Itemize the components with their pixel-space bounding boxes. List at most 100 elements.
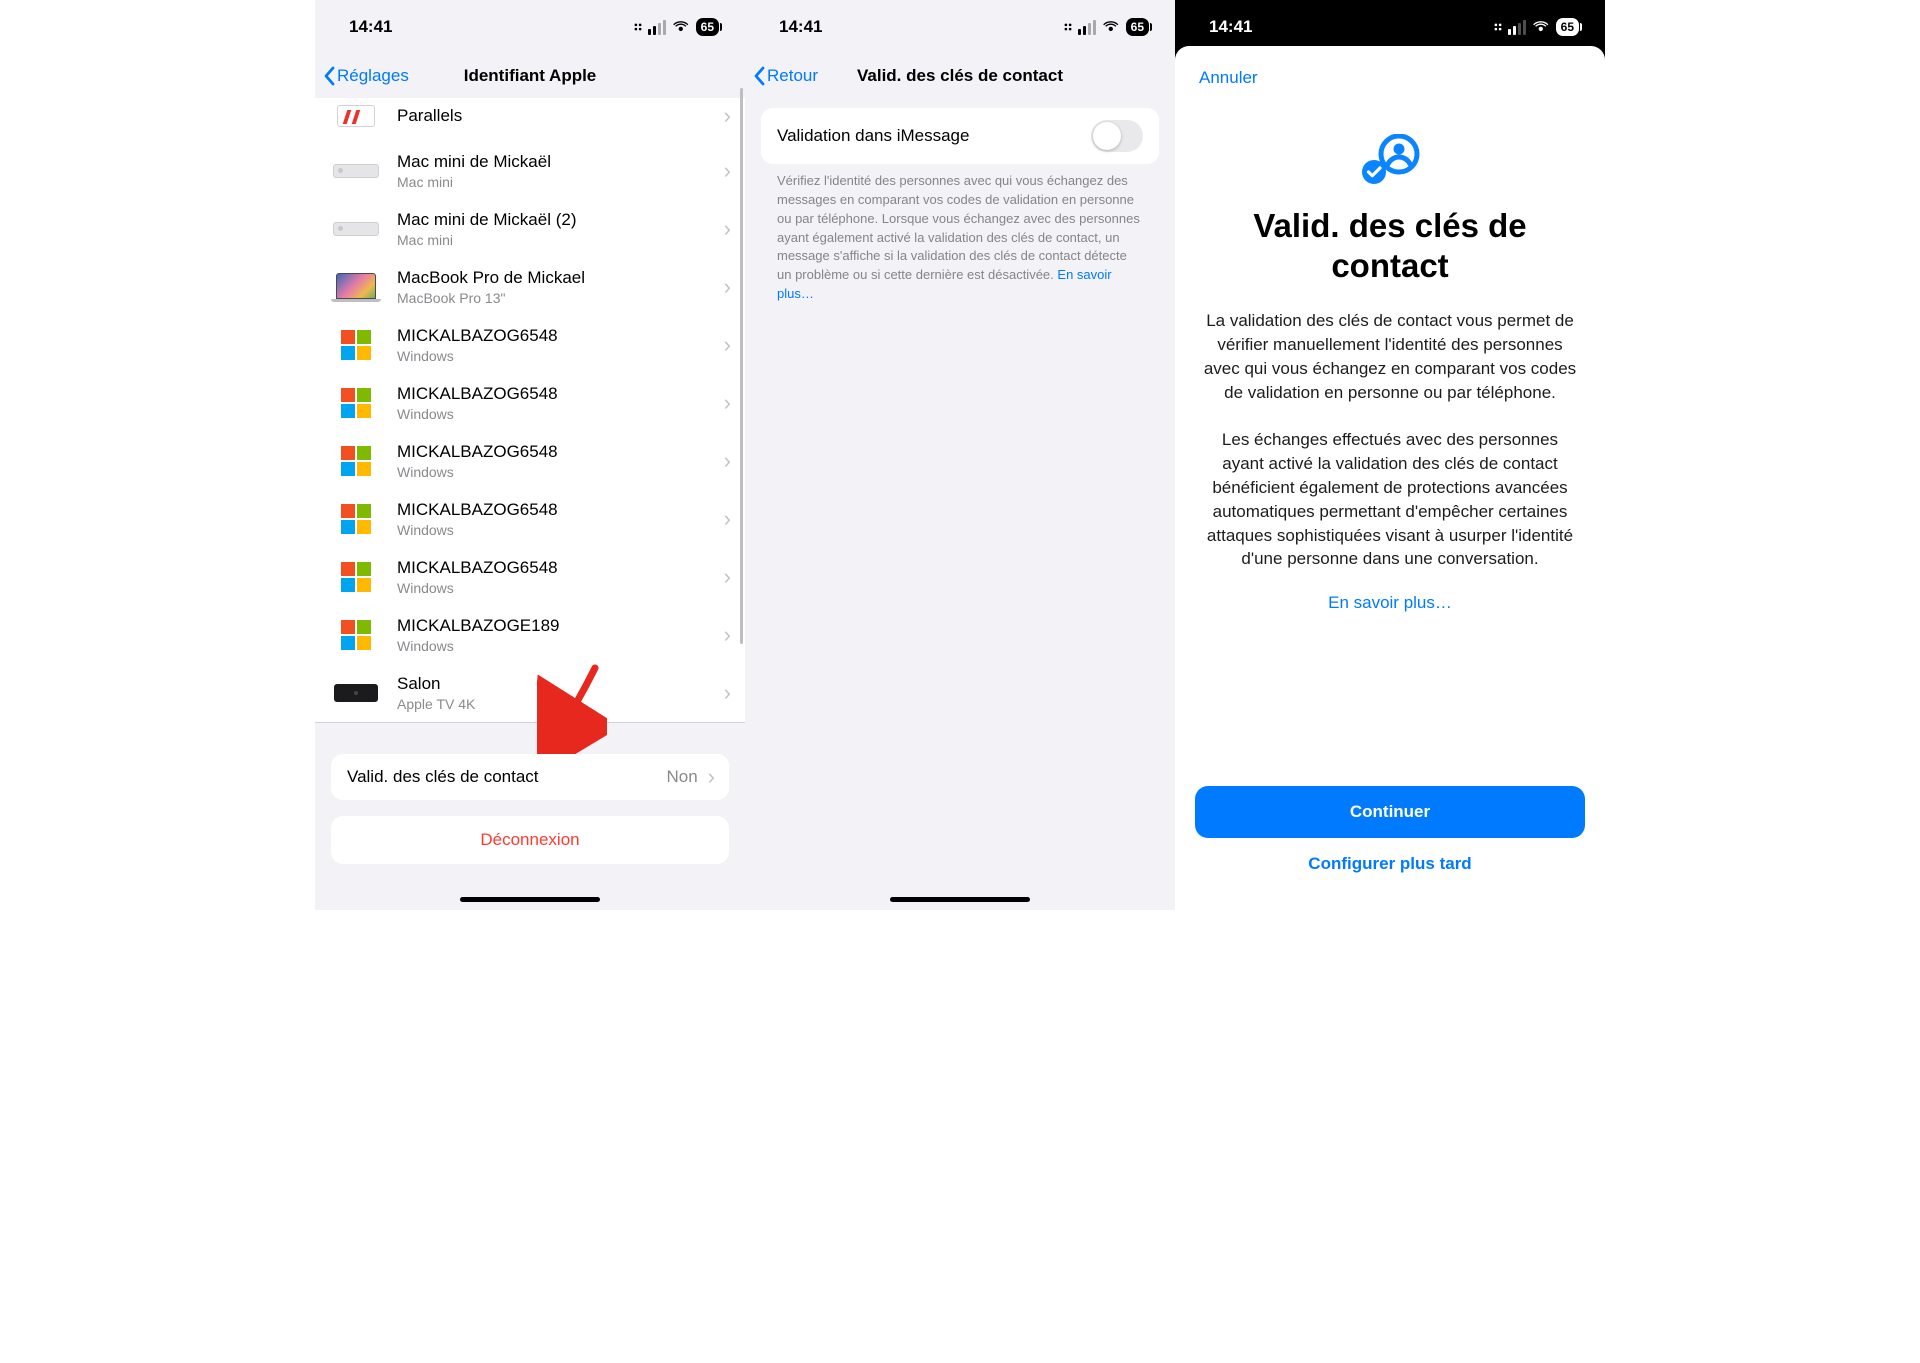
footer-body: Vérifiez l'identité des personnes avec q… xyxy=(777,173,1140,282)
sheet-title: Valid. des clés de contact xyxy=(1195,206,1585,285)
windows-icon xyxy=(341,562,371,592)
status-right: 65 xyxy=(1494,18,1579,36)
footer-text: Vérifiez l'identité des personnes avec q… xyxy=(745,164,1175,304)
status-bar: 14:41 65 xyxy=(315,0,745,54)
onboarding-sheet: Annuler Valid. des clés de contact La va… xyxy=(1175,46,1605,910)
device-kind: Windows xyxy=(397,347,718,365)
device-name: Mac mini de Mickaël xyxy=(397,151,718,172)
sign-out-button[interactable]: Déconnexion xyxy=(331,816,729,864)
cancel-button[interactable]: Annuler xyxy=(1195,64,1585,88)
learn-more-link[interactable]: En savoir plus… xyxy=(1195,593,1585,613)
device-icon xyxy=(331,153,381,189)
status-right: 65 xyxy=(1064,18,1149,36)
device-row[interactable]: MICKALBAZOG6548Windows› xyxy=(315,432,745,490)
status-bar: 14:41 65 xyxy=(745,0,1175,54)
device-row[interactable]: MICKALBAZOG6548Windows › xyxy=(315,374,745,432)
chevron-right-icon: › xyxy=(724,216,731,242)
mac-mini-icon xyxy=(333,222,379,236)
screenshot-apple-id: 14:41 65 Réglages Identifiant Apple Para… xyxy=(315,0,745,910)
home-indicator[interactable] xyxy=(460,897,600,902)
device-name: Salon xyxy=(397,673,718,694)
chevron-right-icon: › xyxy=(724,390,731,416)
contact-key-verification-icon xyxy=(1359,134,1421,186)
device-name: Parallels xyxy=(397,105,718,126)
device-row[interactable]: MICKALBAZOG6548Windows› xyxy=(315,316,745,374)
dual-sim-icon xyxy=(1064,24,1071,31)
device-icon xyxy=(331,501,381,537)
chevron-right-icon: › xyxy=(724,158,731,184)
cell-signal-icon xyxy=(1078,20,1096,35)
device-kind: MacBook Pro 13" xyxy=(397,289,718,307)
device-icon xyxy=(331,327,381,363)
chevron-right-icon: › xyxy=(724,622,731,648)
nav-bar: Retour Valid. des clés de contact xyxy=(745,54,1175,98)
device-kind: Windows xyxy=(397,463,718,481)
chevron-right-icon: › xyxy=(708,764,715,790)
sheet-para-2: Les échanges effectués avec des personne… xyxy=(1201,428,1579,571)
nav-title: Identifiant Apple xyxy=(315,66,745,86)
device-row[interactable]: MICKALBAZOGE189Windows › xyxy=(315,606,745,664)
device-list: Parallels›Mac mini de MickaëlMac mini›Ma… xyxy=(315,98,745,722)
device-icon xyxy=(331,98,381,134)
cell-signal-icon xyxy=(1508,20,1526,35)
apple-tv-icon xyxy=(334,684,378,702)
device-name: Mac mini de Mickaël (2) xyxy=(397,209,718,230)
sheet-body: La validation des clés de contact vous p… xyxy=(1195,309,1585,571)
validation-switch[interactable] xyxy=(1091,120,1143,152)
ckv-label: Valid. des clés de contact xyxy=(347,766,666,787)
home-indicator[interactable] xyxy=(890,897,1030,902)
device-kind: Windows xyxy=(397,637,718,655)
status-right: 65 xyxy=(634,18,719,36)
screenshot-ckv-settings: 14:41 65 Retour Valid. des clés de conta… xyxy=(745,0,1175,910)
device-row[interactable]: SalonApple TV 4K› xyxy=(315,664,745,722)
windows-icon xyxy=(341,446,371,476)
device-icon xyxy=(331,675,381,711)
nav-bar: Réglages Identifiant Apple xyxy=(315,54,745,98)
device-name: MICKALBAZOG6548 xyxy=(397,499,718,520)
device-row[interactable]: Mac mini de MickaëlMac mini › xyxy=(315,142,745,200)
device-row[interactable]: Mac mini de Mickaël (2)Mac mini › xyxy=(315,200,745,258)
device-name: MICKALBAZOG6548 xyxy=(397,383,718,404)
device-name: MICKALBAZOG6548 xyxy=(397,441,718,462)
device-icon xyxy=(331,385,381,421)
wifi-icon xyxy=(1102,20,1120,34)
wifi-icon xyxy=(672,20,690,34)
device-row[interactable]: Parallels› xyxy=(315,98,745,142)
device-kind: Windows xyxy=(397,405,718,423)
device-icon xyxy=(331,443,381,479)
device-kind: Mac mini xyxy=(397,173,718,191)
imessage-validation-row: Validation dans iMessage xyxy=(761,108,1159,164)
contact-key-verification-group: Valid. des clés de contact Non › xyxy=(331,754,729,800)
device-name: MacBook Pro de Mickael xyxy=(397,267,718,288)
scroll-indicator xyxy=(740,88,743,644)
device-icon xyxy=(331,617,381,653)
battery-icon: 65 xyxy=(1126,18,1149,36)
imessage-validation-group: Validation dans iMessage xyxy=(761,108,1159,164)
chevron-right-icon: › xyxy=(724,680,731,706)
windows-icon xyxy=(341,504,371,534)
device-row[interactable]: MICKALBAZOG6548Windows› xyxy=(315,548,745,606)
device-name: MICKALBAZOG6548 xyxy=(397,557,718,578)
device-row[interactable]: MICKALBAZOG6548Windows › xyxy=(315,490,745,548)
device-kind: Mac mini xyxy=(397,231,718,249)
status-time: 14:41 xyxy=(349,17,392,37)
device-icon xyxy=(331,559,381,595)
chevron-right-icon: › xyxy=(724,506,731,532)
hero-icon-wrap xyxy=(1195,134,1585,186)
sheet-para-1: La validation des clés de contact vous p… xyxy=(1201,309,1579,404)
cell-signal-icon xyxy=(648,20,666,35)
chevron-right-icon: › xyxy=(724,274,731,300)
continue-button[interactable]: Continuer xyxy=(1195,786,1585,838)
dual-sim-icon xyxy=(1494,24,1501,31)
device-row[interactable]: MacBook Pro de MickaelMacBook Pro 13" › xyxy=(315,258,745,316)
battery-icon: 65 xyxy=(696,18,719,36)
device-icon xyxy=(331,211,381,247)
screenshot-ckv-sheet: 14:41 65 Annuler Valid. des clés de cont… xyxy=(1175,0,1605,910)
configure-later-button[interactable]: Configurer plus tard xyxy=(1195,838,1585,890)
device-kind: Windows xyxy=(397,521,718,539)
contact-key-verification-row[interactable]: Valid. des clés de contact Non › xyxy=(331,754,729,800)
device-name: MICKALBAZOGE189 xyxy=(397,615,718,636)
mac-mini-icon xyxy=(333,164,379,178)
dual-sim-icon xyxy=(634,24,641,31)
windows-icon xyxy=(341,388,371,418)
